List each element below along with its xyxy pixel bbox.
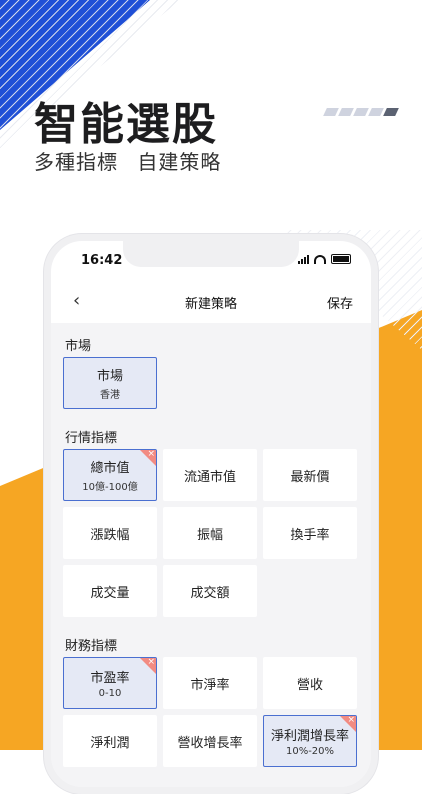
wifi-icon [314, 254, 326, 264]
filter-total-market-cap[interactable]: × 總市值 10億-100億 [63, 449, 157, 501]
save-button[interactable]: 保存 [327, 293, 353, 312]
filter-float-market-cap[interactable]: 流通市值 [163, 449, 257, 501]
filter-turnover-rate[interactable]: 換手率 [263, 507, 357, 559]
dash-decoration [323, 108, 399, 116]
strategy-form: 市場 市場 香港 行情指標 × 總市值 10億-100億 流通市值 最新價 漲跌… [51, 323, 371, 787]
filter-label: 營收 [296, 677, 323, 693]
close-icon[interactable]: × [147, 658, 155, 667]
filter-revenue-growth[interactable]: 營收增長率 [163, 715, 257, 767]
filter-label: 市盈率 [90, 671, 130, 686]
filter-label: 振幅 [196, 527, 223, 543]
filter-value: 10億-100億 [82, 482, 138, 493]
phone-mockup: 16:42 ‹ 新建策略 保存 市場 市場 香港 行情指標 × 總市值 10億-… [44, 234, 378, 794]
filter-volume[interactable]: 成交量 [63, 565, 157, 617]
phone-notch [123, 241, 299, 267]
filter-label: 成交額 [190, 585, 230, 601]
section-title-market-indicators: 行情指標 [65, 431, 118, 446]
status-time: 16:42 [81, 253, 123, 268]
signal-icon [298, 254, 309, 264]
close-icon[interactable]: × [147, 450, 155, 459]
section-title-market: 市場 [65, 339, 92, 354]
section-title-financial-indicators: 財務指標 [65, 639, 118, 654]
filter-turnover[interactable]: 成交額 [163, 565, 257, 617]
filter-label: 換手率 [290, 527, 330, 543]
filter-label: 淨利潤增長率 [270, 729, 349, 744]
filter-change-pct[interactable]: 漲跌幅 [63, 507, 157, 559]
filter-amplitude[interactable]: 振幅 [163, 507, 257, 559]
filter-net-profit-growth[interactable]: × 淨利潤增長率 10%-20% [263, 715, 357, 767]
hero-subtitle: 多種指標 自建策略 [34, 150, 222, 174]
filter-market[interactable]: 市場 香港 [63, 357, 157, 409]
filter-label: 成交量 [90, 585, 130, 601]
close-icon[interactable]: × [347, 716, 355, 725]
filter-label: 最新價 [290, 469, 330, 485]
filter-revenue[interactable]: 營收 [263, 657, 357, 709]
hero-title: 智能選股 [34, 99, 218, 150]
status-bar: 16:42 [51, 241, 371, 279]
filter-label: 市淨率 [190, 677, 230, 693]
filter-value: 0-10 [98, 688, 122, 699]
filter-pb-ratio[interactable]: 市淨率 [163, 657, 257, 709]
filter-value: 香港 [100, 390, 120, 401]
filter-label: 總市值 [90, 461, 130, 476]
filter-net-profit[interactable]: 淨利潤 [63, 715, 157, 767]
battery-icon [331, 254, 351, 264]
filter-label: 流通市值 [183, 469, 236, 485]
nav-bar: ‹ 新建策略 保存 [51, 279, 371, 323]
filter-label: 營收增長率 [177, 735, 243, 751]
filter-label: 淨利潤 [90, 735, 130, 751]
filter-label: 漲跌幅 [90, 527, 130, 543]
filter-label: 市場 [96, 369, 123, 384]
filter-value: 10%-20% [285, 746, 335, 757]
filter-pe-ratio[interactable]: × 市盈率 0-10 [63, 657, 157, 709]
page-title: 新建策略 [184, 297, 237, 312]
filter-latest-price[interactable]: 最新價 [263, 449, 357, 501]
